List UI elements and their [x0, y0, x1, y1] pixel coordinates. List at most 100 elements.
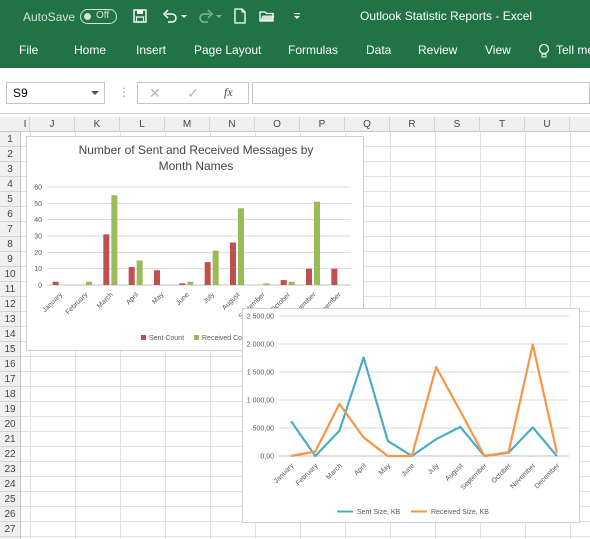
row-header-23[interactable]: 23 [0, 462, 20, 477]
column-header-j[interactable]: J [30, 117, 75, 132]
tab-insert[interactable]: Insert [136, 43, 166, 57]
undo-icon[interactable] [162, 8, 178, 24]
toggle-knob [84, 13, 91, 20]
row-header-27[interactable]: 27 [0, 522, 20, 537]
row-header-14[interactable]: 14 [0, 327, 20, 342]
row-header-6[interactable]: 6 [0, 207, 20, 222]
chart-title: Month Names [159, 159, 234, 173]
column-header-r[interactable]: R [390, 117, 435, 132]
y-tick-label: 1 500,00 [247, 370, 274, 377]
formula-input[interactable] [252, 82, 590, 104]
tab-view[interactable]: View [485, 43, 511, 57]
column-header-o[interactable]: O [255, 117, 300, 132]
column-header-k[interactable]: K [75, 117, 120, 132]
redo-icon[interactable] [198, 8, 214, 24]
tab-formulas[interactable]: Formulas [288, 43, 338, 57]
row-header-19[interactable]: 19 [0, 402, 20, 417]
row-header-8[interactable]: 8 [0, 237, 20, 252]
row-header-20[interactable]: 20 [0, 417, 20, 432]
ribbon-tabs: File Home Insert Page Layout Formulas Da… [0, 34, 590, 68]
tab-data[interactable]: Data [366, 43, 391, 57]
x-tick-label: July [427, 462, 441, 476]
name-box[interactable]: S9 [6, 82, 105, 104]
row-headers: 1 2 3 4 5 6 7 8 9 10 11 12 13 14 15 16 17 18 19 20 21 22 23 24 2… [0, 132, 21, 539]
column-header-i[interactable]: I [21, 117, 30, 132]
x-tick-label: January [42, 291, 65, 314]
autosave-label: AutoSave [23, 10, 76, 24]
x-tick-label: April [125, 291, 140, 306]
tab-page-layout[interactable]: Page Layout [194, 43, 261, 57]
column-header-u[interactable]: U [525, 117, 570, 132]
column-header-p[interactable]: P [300, 117, 345, 132]
row-header-7[interactable]: 7 [0, 222, 20, 237]
row-header-21[interactable]: 21 [0, 432, 20, 447]
x-tick-label: September [460, 462, 490, 492]
bar [179, 283, 186, 285]
column-headers: IJKLMNOPQRSTU [0, 117, 590, 132]
x-tick-label: February [295, 462, 320, 487]
autosave-toggle[interactable]: Off [80, 9, 117, 24]
tab-home[interactable]: Home [74, 43, 106, 57]
row-header-5[interactable]: 5 [0, 192, 20, 207]
y-tick-label: 0,00 [260, 454, 274, 461]
column-header-s[interactable]: S [435, 117, 480, 132]
row-header-25[interactable]: 25 [0, 492, 20, 507]
y-tick-label: 1 000,00 [247, 398, 274, 405]
y-tick-label: 20 [34, 250, 42, 257]
column-header-t[interactable]: T [480, 117, 525, 132]
row-header-2[interactable]: 2 [0, 147, 20, 162]
x-tick-label: July [202, 291, 216, 305]
open-folder-icon[interactable] [259, 8, 275, 24]
more-options-icon[interactable]: ⋮ [118, 85, 130, 99]
y-tick-label: 500,00 [253, 426, 275, 433]
insert-function-icon[interactable]: fx [224, 85, 233, 100]
legend-swatch [141, 335, 146, 340]
bar [306, 268, 312, 285]
row-header-24[interactable]: 24 [0, 477, 20, 492]
column-header-q[interactable]: Q [345, 117, 390, 132]
row-header-1[interactable]: 1 [0, 132, 20, 147]
row-header-15[interactable]: 15 [0, 342, 20, 357]
row-header-16[interactable]: 16 [0, 357, 20, 372]
customize-toolbar-icon[interactable] [292, 8, 302, 24]
bar [136, 260, 143, 285]
undo-dropdown-icon[interactable] [180, 8, 188, 24]
x-tick-label: April [353, 462, 368, 477]
y-tick-label: 40 [34, 217, 42, 224]
tell-me-search[interactable]: Tell me [556, 43, 590, 57]
tab-file[interactable]: File [19, 43, 38, 57]
bar [331, 268, 338, 285]
column-header-l[interactable]: L [120, 117, 165, 132]
row-header-4[interactable]: 4 [0, 177, 20, 192]
x-tick-label: May [378, 462, 393, 477]
window-title: Outlook Statistic Reports - Excel [360, 9, 533, 23]
row-header-13[interactable]: 13 [0, 312, 20, 327]
y-tick-label: 0 [38, 283, 42, 290]
column-header-m[interactable]: M [165, 117, 210, 132]
confirm-icon[interactable]: ✓ [187, 85, 199, 102]
bar [128, 267, 135, 285]
formula-buttons: ✕ ✓ fx [137, 82, 249, 104]
x-tick-label: October [490, 462, 513, 485]
row-header-26[interactable]: 26 [0, 507, 20, 522]
x-tick-label: January [273, 462, 296, 485]
row-header-3[interactable]: 3 [0, 162, 20, 177]
row-header-11[interactable]: 11 [0, 282, 20, 297]
redo-dropdown-icon[interactable] [215, 8, 223, 24]
column-header-n[interactable]: N [210, 117, 255, 132]
cancel-icon[interactable]: ✕ [149, 85, 161, 102]
row-header-12[interactable]: 12 [0, 297, 20, 312]
row-header-22[interactable]: 22 [0, 447, 20, 462]
x-tick-label: December [534, 462, 562, 490]
row-header-17[interactable]: 17 [0, 372, 20, 387]
new-document-icon[interactable] [232, 8, 248, 24]
row-header-18[interactable]: 18 [0, 387, 20, 402]
chevron-down-icon[interactable] [91, 91, 99, 95]
tab-review[interactable]: Review [418, 43, 457, 57]
row-header-10[interactable]: 10 [0, 267, 20, 282]
line-chart[interactable]: 0,00 500,00 1 000,00 1 500,00 2 000,00 2 500,… [242, 308, 580, 523]
row-header-9[interactable]: 9 [0, 252, 20, 267]
save-icon[interactable] [132, 8, 148, 24]
y-tick-label: 30 [34, 234, 42, 241]
y-tick-label: 2 500,00 [247, 314, 274, 321]
